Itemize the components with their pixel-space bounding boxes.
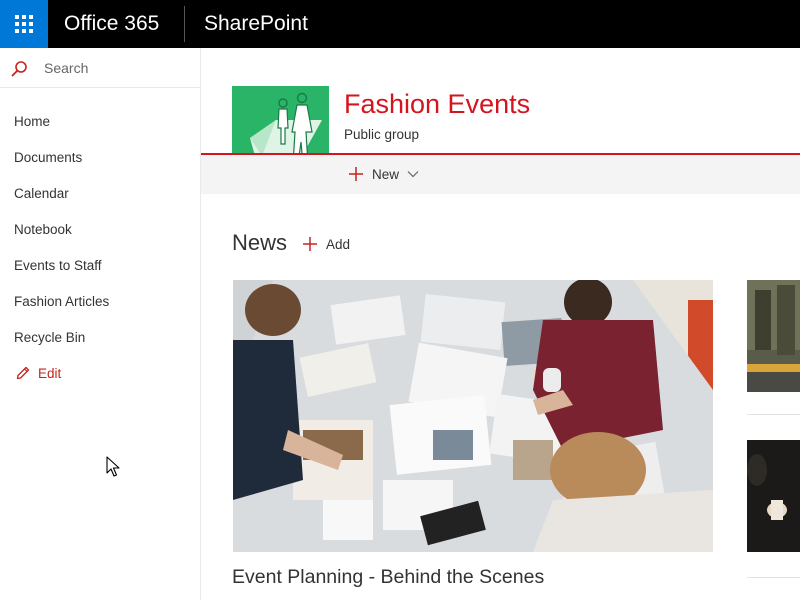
news-photo — [233, 280, 713, 552]
plus-icon — [349, 167, 363, 181]
nav-item-notebook[interactable]: Notebook — [0, 212, 200, 248]
nav-item-events-to-staff[interactable]: Events to Staff — [0, 248, 200, 284]
add-label: Add — [326, 236, 351, 252]
left-navigation: Search Home Documents Calendar Notebook … — [0, 48, 201, 600]
suite-bar: Office 365 SharePoint — [0, 0, 800, 48]
news-thumbnail-2[interactable] — [747, 440, 800, 552]
search-icon — [11, 61, 27, 77]
news-thumbnail-photo — [747, 440, 800, 552]
site-subtitle: Public group — [344, 127, 420, 142]
nav-item-calendar[interactable]: Calendar — [0, 176, 200, 212]
site-title[interactable]: Fashion Events — [344, 89, 530, 120]
search-box[interactable]: Search — [0, 48, 200, 88]
new-button[interactable]: New — [348, 166, 419, 182]
plus-icon — [303, 237, 317, 251]
suite-divider — [184, 6, 185, 42]
add-news-button[interactable]: Add — [302, 236, 350, 252]
office-365-brand[interactable]: Office 365 — [64, 0, 159, 48]
nav-item-recycle-bin[interactable]: Recycle Bin — [0, 320, 200, 356]
nav-list: Home Documents Calendar Notebook Events … — [0, 104, 200, 356]
featured-news-caption[interactable]: Event Planning - Behind the Scenes — [232, 566, 544, 589]
waffle-icon — [15, 15, 33, 33]
mouse-cursor-icon — [106, 456, 120, 477]
command-bar: New — [201, 155, 800, 194]
edit-label: Edit — [38, 365, 62, 381]
edit-nav-link[interactable]: Edit — [16, 362, 61, 384]
sharepoint-app-name[interactable]: SharePoint — [204, 0, 308, 48]
chevron-down-icon — [407, 171, 419, 178]
app-launcher-button[interactable] — [0, 0, 48, 48]
search-input[interactable]: Search — [44, 60, 88, 76]
nav-item-fashion-articles[interactable]: Fashion Articles — [0, 284, 200, 320]
pencil-icon — [16, 366, 30, 380]
news-divider — [747, 577, 800, 578]
nav-item-documents[interactable]: Documents — [0, 140, 200, 176]
news-heading: News — [232, 230, 288, 255]
news-divider — [747, 414, 800, 415]
featured-news-image[interactable] — [233, 280, 713, 552]
news-thumbnail-photo — [747, 280, 800, 392]
nav-item-home[interactable]: Home — [0, 104, 200, 140]
new-label: New — [372, 166, 400, 182]
news-thumbnail-1[interactable] — [747, 280, 800, 392]
